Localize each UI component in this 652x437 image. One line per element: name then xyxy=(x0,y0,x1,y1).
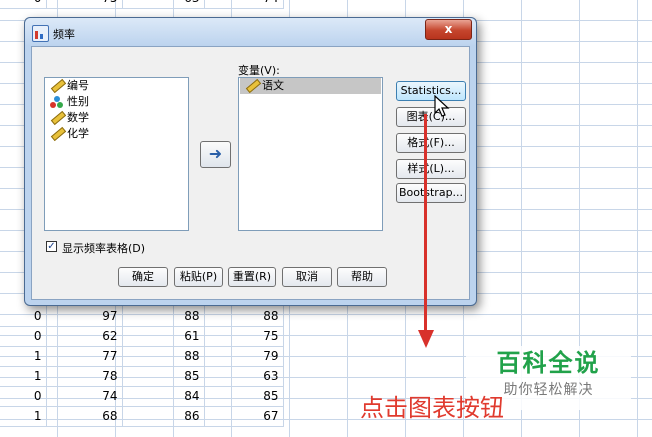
target-variable-label: 变量(V): xyxy=(238,64,280,77)
variable-label: 编号 xyxy=(67,79,89,92)
nominal-icon xyxy=(50,96,64,108)
table-cell[interactable]: 85 xyxy=(122,366,205,387)
ruler-icon xyxy=(50,110,67,126)
table-cell[interactable]: 86 xyxy=(122,406,205,427)
source-variable-list[interactable]: 编号 性别 数学 化学 xyxy=(44,77,189,231)
help-button[interactable]: 帮助 xyxy=(337,267,387,287)
table-cell[interactable]: 0 xyxy=(0,0,47,9)
statistics-button[interactable]: Statistics... xyxy=(396,81,466,101)
data-rows-top: 0 75 63 74 xyxy=(0,0,284,9)
table-cell[interactable]: 62 xyxy=(46,326,123,347)
table-cell[interactable]: 67 xyxy=(204,406,284,427)
instruction-annotation: 点击图表按钮 xyxy=(360,394,504,422)
table-cell[interactable]: 75 xyxy=(46,0,123,9)
table-row: 0 97 88 88 xyxy=(0,306,284,327)
variable-label: 数学 xyxy=(67,111,89,124)
table-row: 0 75 63 74 xyxy=(0,0,284,9)
watermark-title: 百科全说 xyxy=(496,349,601,377)
frequencies-dialog: 频率 x 编号 性别 数学 化学 ➜ 变量(V): 语文 Statistics.… xyxy=(24,17,477,306)
annotation-arrow-head-icon xyxy=(418,330,434,348)
list-item[interactable]: 性别 xyxy=(45,94,188,110)
table-cell[interactable]: 84 xyxy=(122,386,205,407)
table-cell[interactable]: 88 xyxy=(204,306,284,327)
annotation-arrow-shaft xyxy=(424,114,427,335)
table-cell[interactable]: 68 xyxy=(46,406,123,427)
ok-button[interactable]: 确定 xyxy=(118,267,168,287)
table-cell[interactable]: 88 xyxy=(122,306,205,327)
table-cell[interactable]: 63 xyxy=(122,0,205,9)
list-item[interactable]: 编号 xyxy=(45,78,188,94)
table-cell[interactable]: 77 xyxy=(46,346,123,367)
format-button[interactable]: 格式(F)... xyxy=(396,133,466,153)
close-button[interactable]: x xyxy=(425,19,472,40)
table-cell[interactable]: 0 xyxy=(0,386,47,407)
list-item[interactable]: 数学 xyxy=(45,110,188,126)
table-cell[interactable]: 78 xyxy=(46,366,123,387)
table-cell[interactable]: 63 xyxy=(204,366,284,387)
reset-button[interactable]: 重置(R) xyxy=(228,267,276,287)
move-variable-button[interactable]: ➜ xyxy=(200,141,231,168)
table-cell[interactable]: 75 xyxy=(204,326,284,347)
dialog-body: 编号 性别 数学 化学 ➜ 变量(V): 语文 Statistics... 图表… xyxy=(31,46,470,300)
checkbox-label: 显示频率表格(D) xyxy=(62,242,146,255)
list-item[interactable]: 化学 xyxy=(45,126,188,142)
table-cell[interactable]: 61 xyxy=(122,326,205,347)
arrow-right-icon: ➜ xyxy=(208,144,223,163)
bootstrap-button[interactable]: Bootstrap... xyxy=(396,183,466,203)
table-cell[interactable]: 0 xyxy=(0,306,47,327)
ruler-icon xyxy=(50,126,67,142)
target-variable-list[interactable]: 语文 xyxy=(238,77,383,231)
table-row: 1 77 88 79 xyxy=(0,346,284,367)
variable-label: 性别 xyxy=(67,95,89,108)
list-item[interactable]: 语文 xyxy=(240,78,381,94)
table-cell[interactable]: 79 xyxy=(204,346,284,367)
table-row: 1 68 86 67 xyxy=(0,406,284,427)
table-row: 0 62 61 75 xyxy=(0,326,284,347)
show-frequency-tables-checkbox[interactable]: ✓ xyxy=(46,241,57,252)
cancel-button[interactable]: 取消 xyxy=(282,267,332,287)
ruler-icon xyxy=(50,78,67,94)
table-cell[interactable]: 1 xyxy=(0,366,47,387)
paste-button[interactable]: 粘贴(P) xyxy=(174,267,223,287)
table-cell[interactable]: 0 xyxy=(0,326,47,347)
table-cell[interactable]: 97 xyxy=(46,306,123,327)
table-row: 0 74 84 85 xyxy=(0,386,284,407)
table-row: 1 78 85 63 xyxy=(0,366,284,387)
variable-label: 语文 xyxy=(262,79,284,92)
table-cell[interactable]: 74 xyxy=(46,386,123,407)
mouse-cursor-icon xyxy=(434,95,450,117)
charts-button[interactable]: 图表(C)... xyxy=(396,107,466,127)
table-cell[interactable]: 88 xyxy=(122,346,205,367)
table-cell[interactable]: 85 xyxy=(204,386,284,407)
variable-label: 化学 xyxy=(67,127,89,140)
spss-app-icon xyxy=(32,25,49,42)
data-rows-bottom: 0 97 88 88 0 62 61 75 1 77 88 79 1 78 85… xyxy=(0,306,284,427)
style-button[interactable]: 样式(L)... xyxy=(396,159,466,179)
table-cell[interactable]: 1 xyxy=(0,406,47,427)
table-cell[interactable]: 74 xyxy=(204,0,284,9)
close-icon: x xyxy=(444,22,453,36)
ruler-icon xyxy=(245,78,262,94)
dialog-titlebar[interactable]: 频率 x xyxy=(25,18,476,46)
table-cell[interactable]: 1 xyxy=(0,346,47,367)
dialog-title: 频率 xyxy=(53,28,75,41)
